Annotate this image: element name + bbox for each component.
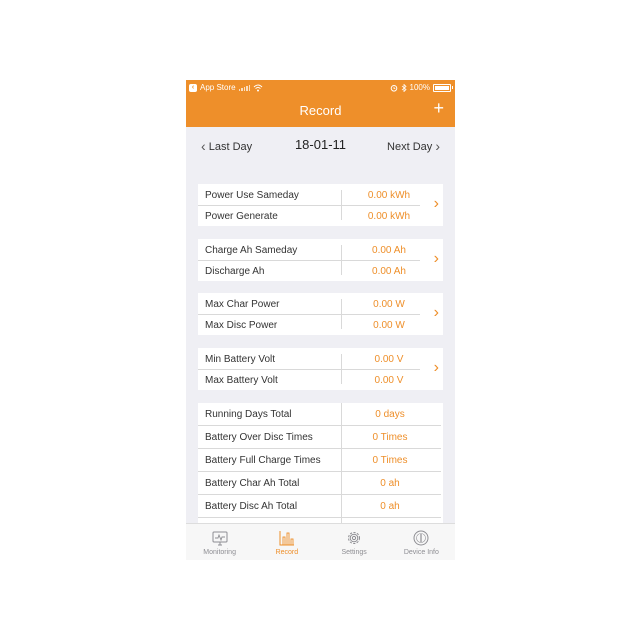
battery-volt-group[interactable]: Min Battery Volt 0.00 V Max Battery Volt… — [198, 348, 443, 390]
chevron-right-icon: › — [435, 138, 440, 154]
divider — [341, 190, 342, 220]
nav-bar: ‹ App Store 100% Record + — [186, 80, 455, 127]
table-row: Battery Full Charge Times 0 Times — [198, 449, 441, 472]
group-row-label: Min Battery Volt — [205, 353, 276, 365]
divider — [341, 299, 342, 329]
bar-chart-icon — [279, 531, 294, 546]
row-label: Battery Disc Ah Total — [205, 500, 298, 512]
group-row-value: 0.00 Ah — [372, 265, 406, 277]
group-row-label: Discharge Ah — [205, 265, 265, 277]
power-peak-group[interactable]: Max Char Power 0.00 W Max Disc Power 0.0… — [198, 293, 443, 335]
tab-record[interactable]: Record — [253, 524, 320, 560]
row-label: Battery Over Disc Times — [205, 431, 313, 443]
divider — [198, 205, 420, 206]
group-row-label: Charge Ah Sameday — [205, 244, 298, 256]
tab-settings[interactable]: Settings — [321, 524, 388, 560]
group-row-value: 0.00 kWh — [367, 189, 411, 201]
signal-icon — [238, 84, 251, 91]
tab-label: Monitoring — [203, 549, 236, 556]
gear-icon — [348, 532, 361, 544]
row-value: 0 Times — [341, 449, 438, 471]
group-row-label: Max Char Power — [205, 298, 280, 310]
table-row: Battery Char Ah Total 0 ah — [198, 472, 441, 495]
power-group[interactable]: Power Use Sameday 0.00 kWh Power Generat… — [198, 184, 443, 226]
divider — [341, 245, 342, 275]
row-value: 0 ah — [341, 495, 438, 517]
table-row: Running Days Total 0 days — [198, 403, 441, 426]
tab-monitoring[interactable]: Monitoring — [186, 524, 253, 560]
group-row-label: Power Generate — [205, 210, 278, 222]
page-title: Record — [299, 103, 342, 118]
tab-label: Device Info — [403, 549, 439, 556]
row-value: 0 ah — [341, 472, 438, 494]
chevron-right-icon: › — [433, 304, 439, 321]
table-row: Battery Disc Ah Total 0 ah — [198, 495, 441, 518]
divider — [198, 314, 420, 315]
divider — [341, 354, 342, 384]
divider — [198, 369, 420, 370]
row-label: Running Days Total — [205, 408, 292, 420]
group-row-value: 0.00 W — [373, 298, 405, 310]
row-value: 0 days — [341, 403, 438, 425]
row-value: 0 Times — [341, 426, 438, 448]
chevron-right-icon: › — [433, 359, 439, 376]
battery-percent: 100% — [409, 83, 430, 92]
status-bar: ‹ App Store 100% — [186, 80, 455, 95]
tab-device-info[interactable]: Device Info — [388, 524, 455, 560]
group-row-label: Max Battery Volt — [205, 374, 278, 386]
group-row-label: Max Disc Power — [205, 319, 278, 331]
group-row-label: Power Use Sameday — [205, 189, 299, 201]
row-label: Battery Full Charge Times — [205, 454, 321, 466]
battery-level — [435, 85, 449, 90]
tab-label: Record — [275, 549, 299, 556]
row-label: Battery Char Ah Total — [205, 477, 300, 489]
totals-table: Running Days Total 0 days Battery Over Di… — [198, 403, 443, 541]
day-navigation: ‹ Last Day 18-01-11 Next Day › — [186, 127, 455, 167]
alarm-icon — [390, 84, 397, 92]
group-row-value: 0.00 Ah — [372, 244, 406, 256]
bluetooth-icon — [401, 83, 407, 92]
next-day-button[interactable]: Next Day › — [387, 138, 440, 154]
monitor-icon — [212, 531, 228, 546]
group-row-value: 0.00 V — [374, 374, 404, 386]
back-app-label[interactable]: App Store — [200, 83, 236, 92]
next-day-label: Next Day — [387, 141, 433, 153]
app-screen: ‹ App Store 100% Record + ‹ Last Day 18-… — [186, 80, 455, 560]
plus-icon[interactable]: + — [433, 99, 444, 117]
charge-group[interactable]: Charge Ah Sameday 0.00 Ah Discharge Ah 0… — [198, 239, 443, 281]
wifi-icon — [253, 84, 263, 91]
group-row-value: 0.00 W — [373, 319, 405, 331]
tab-label: Settings — [341, 549, 367, 556]
table-row: Battery Over Disc Times 0 Times — [198, 426, 441, 449]
divider — [198, 260, 420, 261]
group-row-value: 0.00 V — [374, 353, 404, 365]
back-to-app-icon[interactable]: ‹ — [189, 83, 197, 92]
battery-icon — [433, 83, 453, 92]
info-icon — [413, 530, 429, 546]
chevron-right-icon: › — [433, 195, 439, 212]
group-row-value: 0.00 kWh — [367, 210, 411, 222]
tab-bar: Monitoring Record Settings Device Info — [186, 523, 455, 560]
chevron-right-icon: › — [433, 250, 439, 267]
